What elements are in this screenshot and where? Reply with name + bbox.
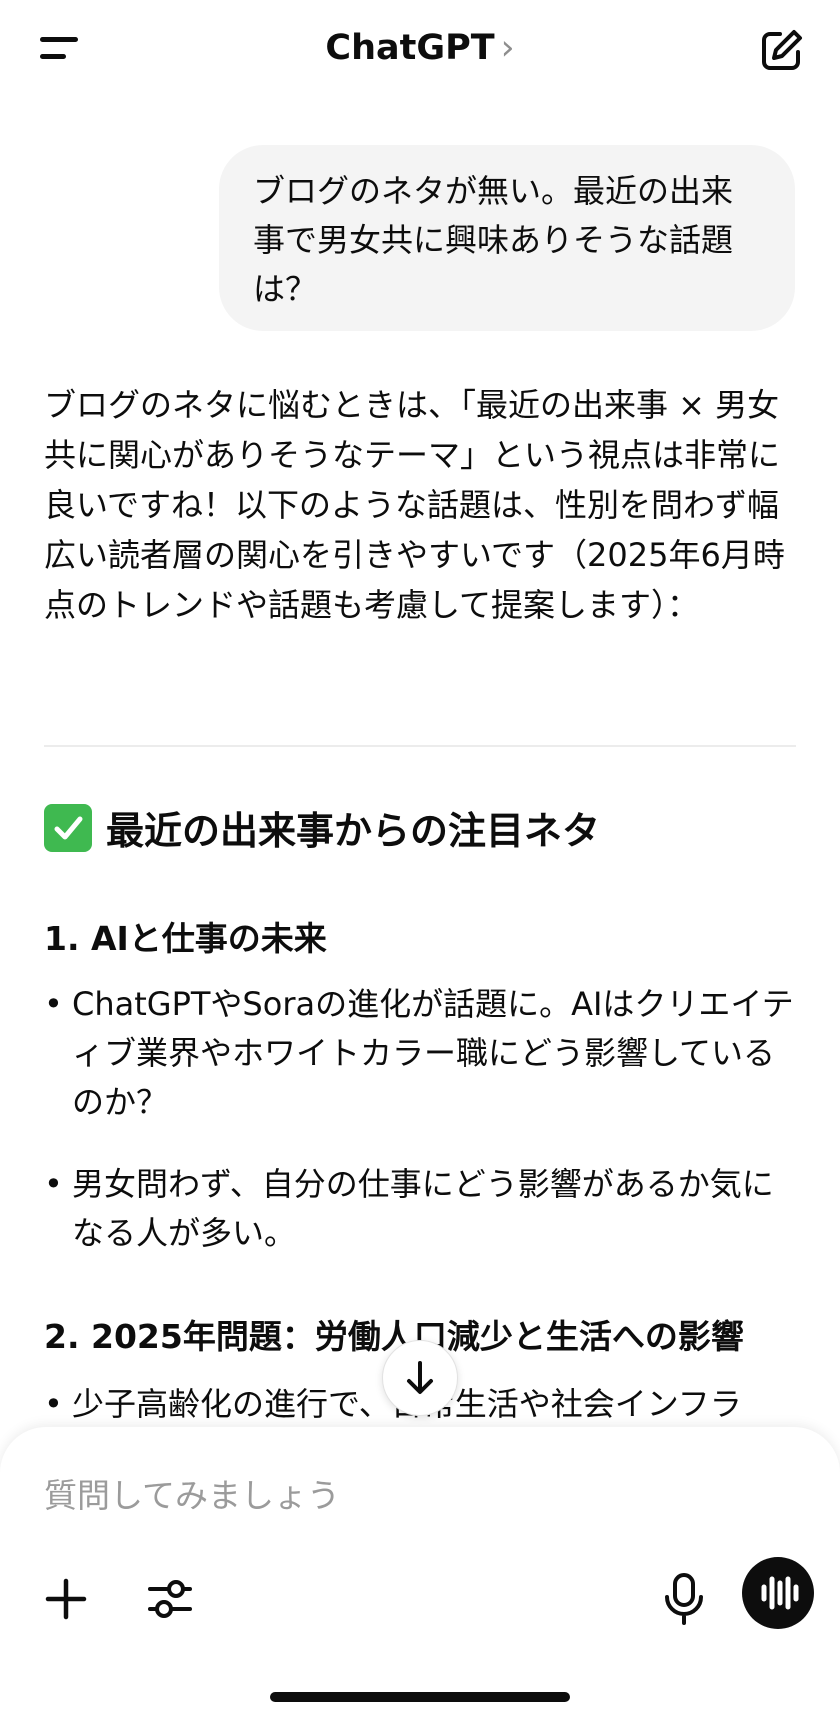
list-item: • 男女問わず、自分の仕事にどう影響があるか気になる人が多い。 bbox=[44, 1165, 774, 1252]
compose-icon bbox=[762, 30, 802, 70]
composer: 質問してみましょう bbox=[0, 1427, 840, 1719]
microphone-icon bbox=[665, 1573, 703, 1625]
dictation-button[interactable] bbox=[660, 1571, 708, 1627]
scroll-down-button[interactable] bbox=[382, 1340, 458, 1416]
voice-mode-button[interactable] bbox=[742, 1557, 814, 1629]
top-bar: ChatGPT › bbox=[0, 0, 840, 100]
tools-button[interactable] bbox=[146, 1575, 194, 1623]
add-attachment-button[interactable] bbox=[42, 1575, 90, 1623]
home-indicator bbox=[270, 1692, 570, 1702]
assistant-message: ブログのネタに悩むときは、「最近の出来事 × 男女共に関心がありそうなテーマ」と… bbox=[44, 380, 804, 1423]
topic-heading-1: 1. AIと仕事の未来 bbox=[44, 919, 327, 958]
assistant-intro: ブログのネタに悩むときは、「最近の出来事 × 男女共に関心がありそうなテーマ」と… bbox=[44, 386, 785, 624]
message-input[interactable]: 質問してみましょう bbox=[44, 1469, 340, 1517]
user-message-bubble: ブログのネタが無い。最近の出来事で男女共に興味ありそうな話題は？ bbox=[219, 145, 795, 331]
chevron-right-icon: › bbox=[500, 28, 515, 68]
arrow-down-icon bbox=[407, 1361, 433, 1394]
sliders-icon bbox=[148, 1580, 192, 1618]
divider bbox=[44, 745, 796, 747]
model-title[interactable]: ChatGPT › bbox=[0, 28, 840, 68]
new-chat-button[interactable] bbox=[758, 26, 806, 74]
list-item: • ChatGPTやSoraの進化が話題に。AIはクリエイティブ業界やホワイトカ… bbox=[44, 985, 794, 1121]
title-text: ChatGPT bbox=[325, 28, 495, 68]
user-message-text: ブログのネタが無い。最近の出来事で男女共に興味ありそうな話題は？ bbox=[253, 172, 734, 308]
voice-waveform-icon bbox=[761, 1576, 799, 1610]
check-mark-icon bbox=[44, 803, 92, 852]
plus-icon bbox=[45, 1578, 87, 1620]
section-heading: 最近の出来事からの注目ネタ bbox=[44, 800, 600, 855]
section-title-text: 最近の出来事からの注目ネタ bbox=[106, 809, 601, 853]
